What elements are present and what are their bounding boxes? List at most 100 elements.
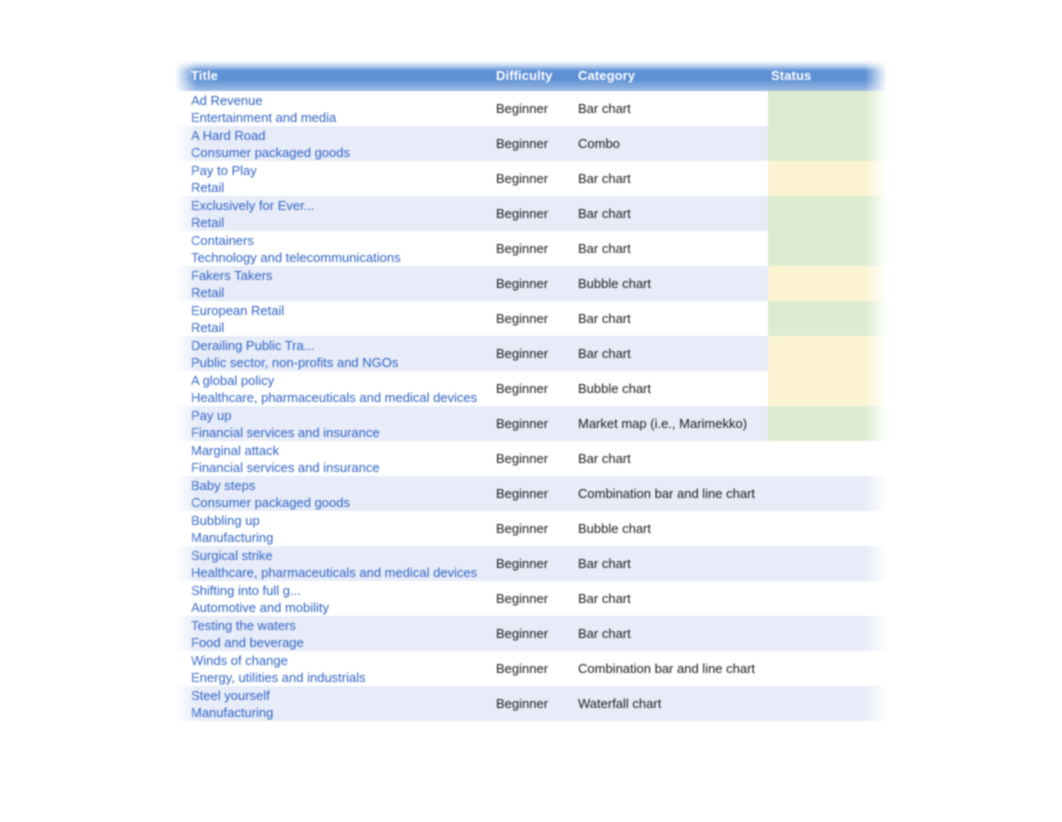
cell-status <box>763 161 911 196</box>
column-header-category[interactable]: Category <box>578 60 763 91</box>
cell-difficulty: Beginner <box>496 511 578 546</box>
exercise-title-link[interactable]: Fakers Takers <box>191 267 496 284</box>
table-row[interactable]: A Hard Road Consumer packaged goods Beginn… <box>175 126 911 161</box>
exercise-sector-link[interactable]: Manufacturing <box>191 704 496 721</box>
exercise-title-link[interactable]: Testing the waters <box>191 617 496 634</box>
cell-difficulty: Beginner <box>496 266 578 301</box>
column-header-title[interactable]: Title <box>175 60 496 91</box>
cell-title[interactable]: Steel yourself Manufacturing <box>175 686 496 721</box>
column-header-difficulty[interactable]: Difficulty <box>496 60 578 91</box>
exercise-sector-link[interactable]: Consumer packaged goods <box>191 494 496 511</box>
exercise-title-link[interactable]: Winds of change <box>191 652 496 669</box>
cell-title[interactable]: Bubbling up Manufacturing <box>175 511 496 546</box>
exercise-title-link[interactable]: Derailing Public Tra... <box>191 337 496 354</box>
exercise-sector-link[interactable]: Financial services and insurance <box>191 459 496 476</box>
table-body: Ad Revenue Entertainment and media Beginne… <box>175 91 911 721</box>
cell-title[interactable]: Shifting into full g... Automotive and mo… <box>175 581 496 616</box>
exercise-sector-link[interactable]: Entertainment and media <box>191 109 496 126</box>
exercise-sector-link[interactable]: Energy, utilities and industrials <box>191 669 496 686</box>
exercise-sector-link[interactable]: Automotive and mobility <box>191 599 496 616</box>
cell-difficulty: Beginner <box>496 301 578 336</box>
table-row[interactable]: Surgical strike Healthcare, pharmaceutica… <box>175 546 911 581</box>
exercise-title-link[interactable]: Containers <box>191 232 496 249</box>
table-row[interactable]: Baby steps Consumer packaged goods Beginne… <box>175 476 911 511</box>
exercise-sector-link[interactable]: Consumer packaged goods <box>191 144 496 161</box>
exercise-title-link[interactable]: A Hard Road <box>191 127 496 144</box>
exercise-sector-link[interactable]: Financial services and insurance <box>191 424 496 441</box>
cell-difficulty: Beginner <box>496 651 578 686</box>
cell-status <box>763 651 911 686</box>
cell-difficulty: Beginner <box>496 441 578 476</box>
table-row[interactable]: Fakers Takers Retail Beginner Bubble chart <box>175 266 911 301</box>
cell-title[interactable]: Ad Revenue Entertainment and media <box>175 91 496 126</box>
exercise-title-link[interactable]: Pay up <box>191 407 496 424</box>
cell-title[interactable]: Pay to Play Retail <box>175 161 496 196</box>
exercise-title-link[interactable]: Ad Revenue <box>191 92 496 109</box>
table-row[interactable]: Marginal attack Financial services and in… <box>175 441 911 476</box>
table-row[interactable]: European Retail Retail Beginner Bar chart <box>175 301 911 336</box>
cell-category: Bar chart <box>578 161 763 196</box>
exercise-title-link[interactable]: Bubbling up <box>191 512 496 529</box>
table-row[interactable]: Shifting into full g... Automotive and mo… <box>175 581 911 616</box>
exercise-sector-link[interactable]: Retail <box>191 179 496 196</box>
exercise-title-link[interactable]: Exclusively for Ever... <box>191 197 496 214</box>
cell-category: Bar chart <box>578 616 763 651</box>
cell-category: Bar chart <box>578 336 763 371</box>
exercise-sector-link[interactable]: Healthcare, pharmaceuticals and medical … <box>191 389 496 406</box>
exercise-sector-link[interactable]: Technology and telecommunications <box>191 249 496 266</box>
table-row[interactable]: Winds of change Energy, utilities and ind… <box>175 651 911 686</box>
exercise-sector-link[interactable]: Healthcare, pharmaceuticals and medical … <box>191 564 496 581</box>
exercise-sector-link[interactable]: Public sector, non-profits and NGOs <box>191 354 496 371</box>
status-badge <box>768 126 890 161</box>
table-row[interactable]: Steel yourself Manufacturing Beginner Water… <box>175 686 911 721</box>
table-row[interactable]: Pay up Financial services and insurance Be… <box>175 406 911 441</box>
cell-title[interactable]: A Hard Road Consumer packaged goods <box>175 126 496 161</box>
table-row[interactable]: Exclusively for Ever... Retail Beginner Bar… <box>175 196 911 231</box>
cell-status <box>763 371 911 406</box>
exercise-title-link[interactable]: European Retail <box>191 302 496 319</box>
exercise-sector-link[interactable]: Retail <box>191 319 496 336</box>
cell-title[interactable]: Winds of change Energy, utilities and ind… <box>175 651 496 686</box>
cell-title[interactable]: Baby steps Consumer packaged goods <box>175 476 496 511</box>
chart-catalog-table-container: Title Difficulty Category Status Ad Reve… <box>175 60 911 740</box>
status-badge <box>768 616 890 651</box>
table-row[interactable]: Derailing Public Tra... Public sector, no… <box>175 336 911 371</box>
exercise-title-link[interactable]: Pay to Play <box>191 162 496 179</box>
cell-status <box>763 546 911 581</box>
cell-status <box>763 616 911 651</box>
exercise-title-link[interactable]: Steel yourself <box>191 687 496 704</box>
exercise-title-link[interactable]: A global policy <box>191 372 496 389</box>
exercise-sector-link[interactable]: Retail <box>191 214 496 231</box>
cell-title[interactable]: European Retail Retail <box>175 301 496 336</box>
cell-title[interactable]: Containers Technology and telecommunicati… <box>175 231 496 266</box>
cell-difficulty: Beginner <box>496 546 578 581</box>
table-row[interactable]: Ad Revenue Entertainment and media Beginne… <box>175 91 911 126</box>
cell-title[interactable]: Marginal attack Financial services and in… <box>175 441 496 476</box>
status-badge <box>768 196 890 231</box>
cell-category: Bar chart <box>578 301 763 336</box>
exercise-title-link[interactable]: Marginal attack <box>191 442 496 459</box>
table-row[interactable]: Bubbling up Manufacturing Beginner Bubble c… <box>175 511 911 546</box>
exercise-sector-link[interactable]: Food and beverage <box>191 634 496 651</box>
exercise-title-link[interactable]: Baby steps <box>191 477 496 494</box>
column-header-status[interactable]: Status <box>763 60 911 91</box>
exercise-sector-link[interactable]: Manufacturing <box>191 529 496 546</box>
cell-category: Bubble chart <box>578 371 763 406</box>
cell-status <box>763 196 911 231</box>
cell-title[interactable]: Fakers Takers Retail <box>175 266 496 301</box>
cell-title[interactable]: Exclusively for Ever... Retail <box>175 196 496 231</box>
table-row[interactable]: Containers Technology and telecommunicati… <box>175 231 911 266</box>
cell-title[interactable]: Surgical strike Healthcare, pharmaceutica… <box>175 546 496 581</box>
status-badge <box>768 336 890 371</box>
exercise-title-link[interactable]: Surgical strike <box>191 547 496 564</box>
cell-title[interactable]: A global policy Healthcare, pharmaceutica… <box>175 371 496 406</box>
table-row[interactable]: Pay to Play Retail Beginner Bar chart <box>175 161 911 196</box>
cell-title[interactable]: Pay up Financial services and insurance <box>175 406 496 441</box>
exercise-title-link[interactable]: Shifting into full g... <box>191 582 496 599</box>
cell-title[interactable]: Derailing Public Tra... Public sector, no… <box>175 336 496 371</box>
cell-difficulty: Beginner <box>496 161 578 196</box>
exercise-sector-link[interactable]: Retail <box>191 284 496 301</box>
cell-title[interactable]: Testing the waters Food and beverage <box>175 616 496 651</box>
table-row[interactable]: A global policy Healthcare, pharmaceutica… <box>175 371 911 406</box>
table-row[interactable]: Testing the waters Food and beverage Begin… <box>175 616 911 651</box>
